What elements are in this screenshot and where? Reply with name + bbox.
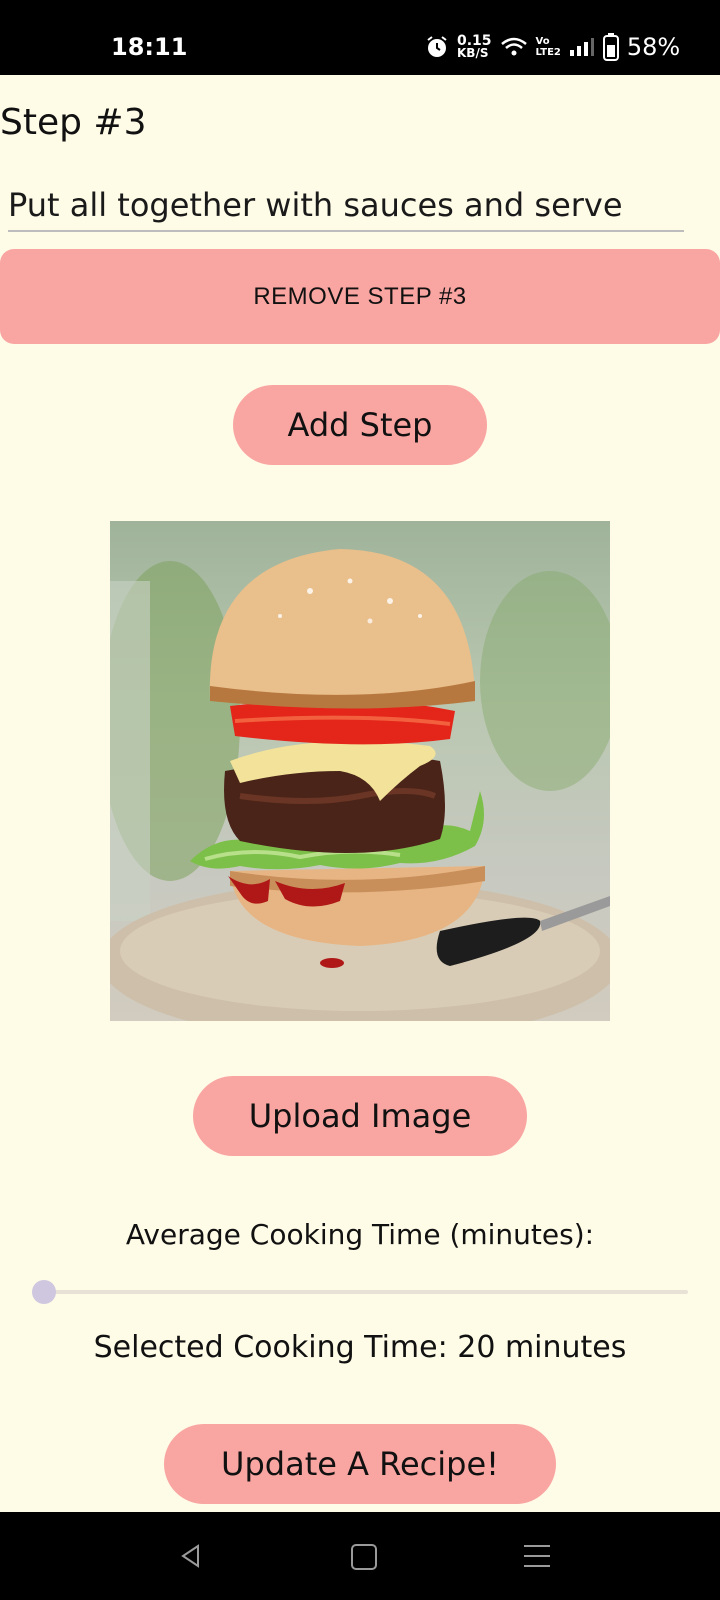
volte-indicator: Vo LTE2	[536, 36, 561, 58]
upload-image-button[interactable]: Upload Image	[193, 1076, 527, 1156]
cooking-time-label: Average Cooking Time (minutes):	[125, 1218, 595, 1251]
menu-icon[interactable]	[524, 1545, 550, 1569]
signal-icon	[569, 38, 594, 56]
selected-cooking-time: Selected Cooking Time: 20 minutes	[93, 1330, 627, 1365]
add-step-button[interactable]: Add Step	[233, 385, 487, 465]
network-speed-unit: KB/S	[457, 46, 489, 60]
remove-step-button[interactable]: REMOVE STEP #3	[0, 249, 720, 344]
recipe-image	[110, 521, 610, 1021]
clock: 18:11	[111, 33, 188, 61]
back-icon[interactable]	[178, 1543, 204, 1569]
home-icon[interactable]	[351, 1544, 377, 1570]
slider-thumb[interactable]	[32, 1280, 56, 1304]
cooking-time-slider[interactable]	[32, 1280, 688, 1304]
update-recipe-button[interactable]: Update A Recipe!	[164, 1424, 556, 1504]
burger-illustration	[110, 549, 610, 1021]
battery-icon	[602, 33, 619, 61]
status-icons: 0.15 KB/S Vo LTE2 58%	[425, 30, 680, 64]
alarm-icon	[427, 36, 447, 57]
network-speed: 0.15 KB/S	[457, 34, 492, 60]
battery-percentage: 58%	[626, 33, 681, 61]
volte-bottom: LTE2	[535, 47, 561, 58]
slider-track[interactable]	[44, 1290, 688, 1294]
wifi-icon	[500, 37, 527, 56]
volte-top: Vo	[535, 36, 550, 47]
status-bar: 18:11 0.15 KB/S Vo LTE2 58%	[0, 0, 720, 75]
step-description-input[interactable]	[8, 180, 684, 232]
step-title: Step #3	[0, 102, 147, 143]
